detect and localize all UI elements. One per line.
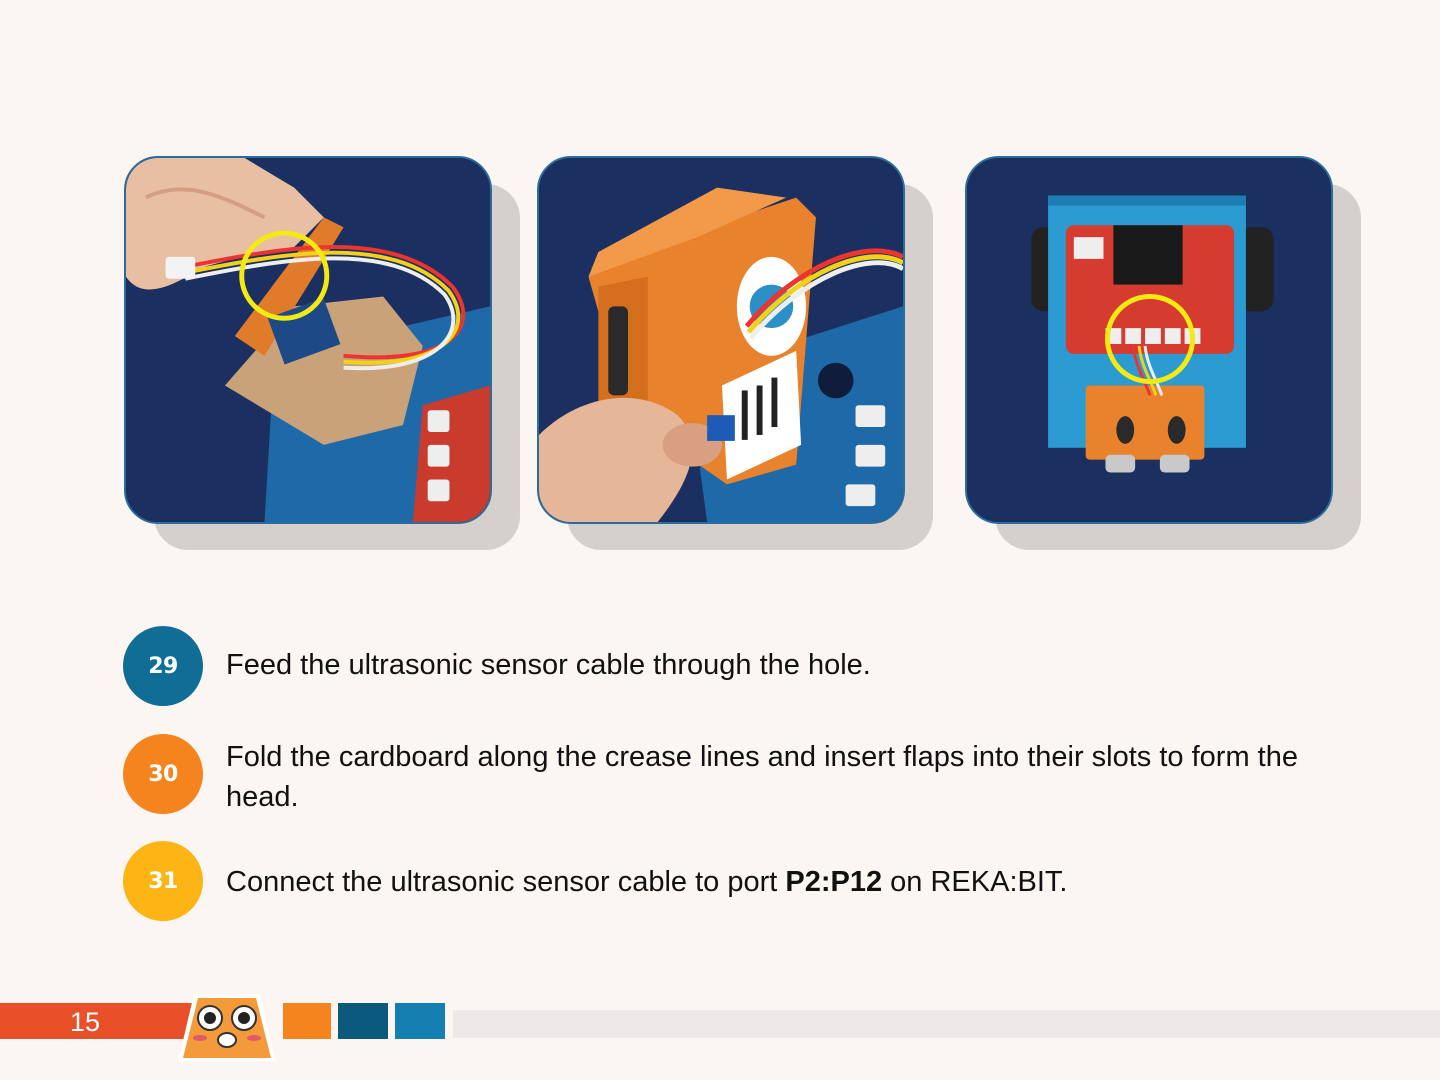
step-number-badge: 29 [123,626,203,706]
step-31-photo-card [965,156,1361,550]
step-29-photo [124,156,492,524]
footer-bar-gray [453,1010,1440,1038]
mascot-logo [172,988,282,1068]
step-instruction-start: Connect the ultrasonic sensor cable to p… [226,866,786,898]
step-29: 29 Feed the ultrasonic sensor cable thro… [123,626,1323,706]
step-30-photo-card [537,156,933,550]
step-30-photo [537,156,905,524]
page-number: 15 [70,1007,101,1037]
step-instruction: Fold the cardboard along the crease line… [226,741,1298,813]
footer-block-blue [395,1003,445,1039]
step-instruction-end: on REKA:BIT. [882,866,1068,898]
step-instruction: Feed the ultrasonic sensor cable through… [226,649,871,681]
step-30: 30 Fold the cardboard along the crease l… [123,734,1323,814]
step-number-badge: 31 [123,841,203,921]
step-31-photo [965,156,1333,524]
step-31: 31 Connect the ultrasonic sensor cable t… [123,841,1323,921]
step-instruction: Connect the ultrasonic sensor cable to p… [226,862,1323,902]
step-number-badge: 30 [123,734,203,814]
footer-block-dark-blue [338,1003,388,1039]
step-29-photo-card [124,156,520,550]
footer-block-orange [283,1003,331,1039]
port-label: P2:P12 [785,866,883,898]
